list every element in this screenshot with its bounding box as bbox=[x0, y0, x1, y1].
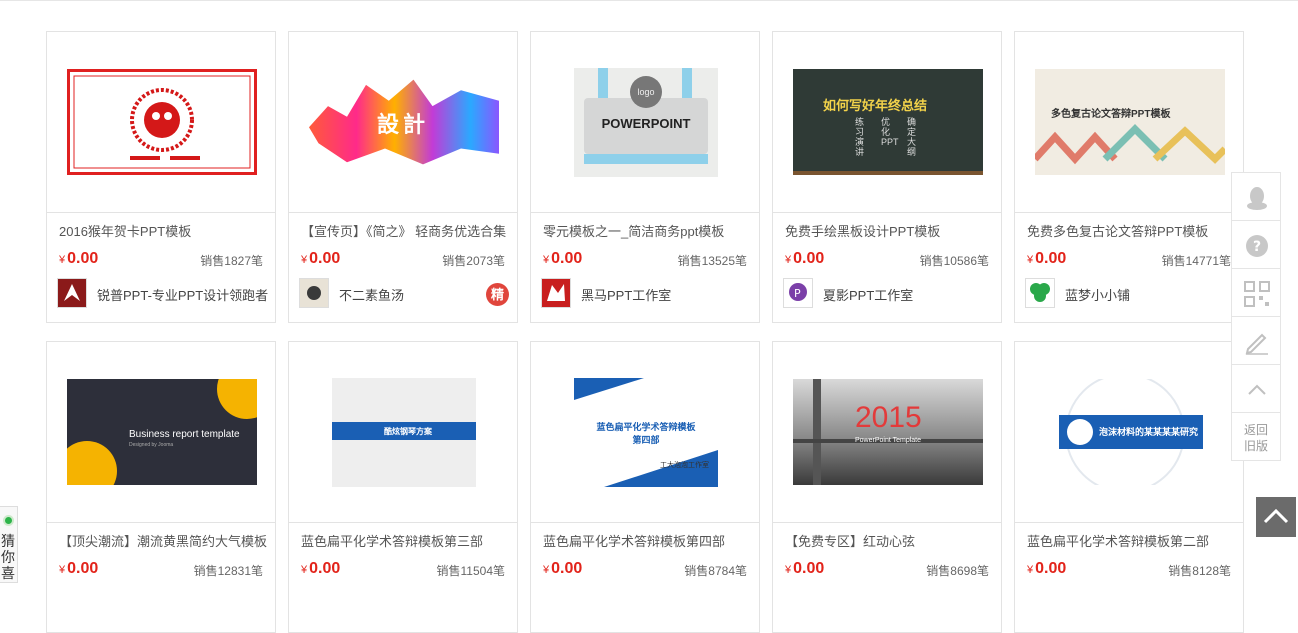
product-thumbnail[interactable]: logo POWERPOINT bbox=[531, 32, 759, 213]
up-icon bbox=[1248, 384, 1266, 395]
product-thumbnail[interactable]: 蓝色扁平化学术答辩模板 第四部 工大泡泡工作室 bbox=[531, 342, 759, 523]
qq-button[interactable] bbox=[1231, 172, 1281, 221]
qq-icon bbox=[1247, 187, 1267, 210]
sales-count: 销售8698笔 bbox=[926, 564, 989, 578]
product-card[interactable]: 泡沫材料的某某某某研究 蓝色扁平化学术答辩模板第二部 ¥0.00 销售8128笔 bbox=[1014, 341, 1244, 633]
shop-logo[interactable] bbox=[1025, 278, 1055, 308]
product-card[interactable]: logo POWERPOINT 零元模板之一_简洁商务ppt模板 ¥0.00 销… bbox=[530, 31, 760, 323]
thumb-text: 第四部 bbox=[632, 435, 660, 445]
sales-count: 销售2073笔 bbox=[442, 254, 505, 268]
product-price: ¥0.00 bbox=[59, 560, 99, 577]
product-price: ¥0.00 bbox=[301, 560, 341, 577]
floating-sidebar: ? 返回旧版 bbox=[1231, 172, 1281, 461]
product-thumbnail[interactable]: 多色复古论文答辩PPT模板 bbox=[1015, 32, 1243, 213]
logo-placeholder: logo bbox=[630, 76, 662, 108]
thumb-text: 确定大纲 bbox=[907, 117, 917, 157]
shop-logo[interactable] bbox=[57, 278, 87, 308]
guess-you-like-tab[interactable]: 猜你喜 bbox=[0, 506, 18, 583]
shop-name[interactable]: 蓝梦小小铺 bbox=[1065, 285, 1130, 304]
shop-name[interactable]: 锐普PPT-专业PPT设计领跑者 bbox=[97, 285, 268, 304]
product-title[interactable]: 免费多色复古论文答辩PPT模板 bbox=[1027, 221, 1208, 240]
shop-logo[interactable] bbox=[299, 278, 329, 308]
qrcode-button[interactable] bbox=[1231, 268, 1281, 317]
product-title[interactable]: 免费手绘黑板设计PPT模板 bbox=[785, 221, 940, 240]
qrcode-icon bbox=[1244, 281, 1270, 307]
feedback-button[interactable] bbox=[1231, 316, 1281, 365]
sales-count: 销售1827笔 bbox=[200, 254, 263, 268]
product-title[interactable]: 【顶尖潮流】潮流黄黑简约大气模板 bbox=[59, 531, 267, 550]
sales-count: 销售13525笔 bbox=[677, 254, 747, 268]
old-version-link[interactable]: 返回旧版 bbox=[1231, 412, 1281, 461]
product-card[interactable]: 多色复古论文答辩PPT模板 免费多色复古论文答辩PPT模板 ¥0.00 销售14… bbox=[1014, 31, 1244, 323]
product-title[interactable]: 蓝色扁平化学术答辩模板第二部 bbox=[1027, 531, 1209, 550]
product-card[interactable]: 酷炫钢琴方案 蓝色扁平化学术答辩模板第三部 ¥0.00 销售11504笔 bbox=[288, 341, 518, 633]
product-thumbnail[interactable] bbox=[47, 32, 275, 213]
product-title[interactable]: 【宣传页】《简之》 轻商务优选合集 bbox=[301, 221, 506, 240]
shop-name[interactable]: 夏影PPT工作室 bbox=[823, 285, 913, 304]
help-icon: ? bbox=[1246, 235, 1268, 257]
product-thumbnail[interactable]: 如何写好年终总结 练习演讲 优化PPT 确定大纲 bbox=[773, 32, 1001, 213]
guess-label: 猜你喜 bbox=[1, 533, 15, 581]
product-price: ¥0.00 bbox=[543, 250, 583, 267]
sales-count: 销售11504笔 bbox=[436, 564, 505, 578]
svg-text:?: ? bbox=[1253, 239, 1261, 255]
sales-count: 销售8784笔 bbox=[684, 564, 747, 578]
product-thumbnail[interactable]: 2015 PowerPoint Template bbox=[773, 342, 1001, 523]
product-thumbnail[interactable]: 酷炫钢琴方案 bbox=[289, 342, 517, 523]
thumb-text: 工大泡泡工作室 bbox=[660, 462, 709, 469]
sales-count: 销售14771笔 bbox=[1161, 254, 1231, 268]
featured-badge: 精 bbox=[486, 283, 509, 306]
thumb-text: 泡沫材料的某某某某研究 bbox=[1099, 427, 1199, 437]
product-title[interactable]: 2016猴年贺卡PPT模板 bbox=[59, 221, 191, 240]
sales-count: 销售10586笔 bbox=[919, 254, 989, 268]
back-to-top-button[interactable] bbox=[1256, 497, 1296, 537]
top-divider bbox=[0, 0, 1298, 1]
product-price: ¥0.00 bbox=[785, 560, 825, 577]
product-price: ¥0.00 bbox=[301, 250, 341, 267]
product-thumbnail[interactable]: Business report template Designed by Joo… bbox=[47, 342, 275, 523]
svg-text:P: P bbox=[794, 287, 801, 300]
product-thumbnail[interactable]: 泡沫材料的某某某某研究 bbox=[1015, 342, 1243, 523]
product-thumbnail[interactable]: 設計 bbox=[289, 32, 517, 213]
product-card[interactable]: Business report template Designed by Joo… bbox=[46, 341, 276, 633]
thumb-text: 酷炫钢琴方案 bbox=[384, 427, 432, 436]
product-card[interactable]: 2015 PowerPoint Template 【免费专区】红动心弦 ¥0.0… bbox=[772, 341, 1002, 633]
product-price: ¥0.00 bbox=[543, 560, 583, 577]
product-price: ¥0.00 bbox=[785, 250, 825, 267]
chevron-up-icon bbox=[1263, 508, 1289, 524]
thumb-text: 优化PPT bbox=[881, 117, 899, 147]
product-card[interactable]: 設計 【宣传页】《简之》 轻商务优选合集 ¥0.00 销售2073笔 不二素鱼汤… bbox=[288, 31, 518, 323]
help-button[interactable]: ? bbox=[1231, 220, 1281, 269]
thumb-text: 2015 bbox=[855, 401, 922, 434]
shop-logo[interactable] bbox=[541, 278, 571, 308]
thumb-text: 設計 bbox=[377, 112, 430, 137]
thumb-text: 练习演讲 bbox=[855, 117, 865, 157]
status-dot bbox=[3, 515, 14, 526]
shop-name[interactable]: 黑马PPT工作室 bbox=[581, 285, 671, 304]
product-card[interactable]: 如何写好年终总结 练习演讲 优化PPT 确定大纲 免费手绘黑板设计PPT模板 ¥… bbox=[772, 31, 1002, 323]
thumb-text: POWERPOINT bbox=[601, 116, 691, 131]
thumb-text: Business report template bbox=[129, 429, 240, 440]
product-title[interactable]: 蓝色扁平化学术答辩模板第三部 bbox=[301, 531, 483, 550]
product-title[interactable]: 零元模板之一_简洁商务ppt模板 bbox=[543, 221, 724, 240]
thumb-text: Designed by Jooma bbox=[129, 442, 174, 448]
shop-logo[interactable]: P bbox=[783, 278, 813, 308]
edit-icon bbox=[1245, 333, 1268, 355]
product-title[interactable]: 蓝色扁平化学术答辩模板第四部 bbox=[543, 531, 725, 550]
product-price: ¥0.00 bbox=[1027, 560, 1067, 577]
product-price: ¥0.00 bbox=[59, 250, 99, 267]
shop-name[interactable]: 不二素鱼汤 bbox=[339, 285, 404, 304]
thumb-text: PowerPoint Template bbox=[855, 437, 922, 444]
old-version-label: 返回旧版 bbox=[1243, 423, 1268, 453]
scroll-up-button[interactable] bbox=[1231, 364, 1281, 413]
sales-count: 销售8128笔 bbox=[1168, 564, 1231, 578]
product-price: ¥0.00 bbox=[1027, 250, 1067, 267]
thumb-text: 如何写好年终总结 bbox=[823, 98, 928, 113]
sales-count: 销售12831笔 bbox=[193, 564, 263, 578]
product-card[interactable]: 蓝色扁平化学术答辩模板 第四部 工大泡泡工作室 蓝色扁平化学术答辩模板第四部 ¥… bbox=[530, 341, 760, 633]
product-card[interactable]: 2016猴年贺卡PPT模板 ¥0.00 销售1827笔 锐普PPT-专业PPT设… bbox=[46, 31, 276, 323]
thumb-text: 蓝色扁平化学术答辩模板 bbox=[596, 422, 696, 432]
product-title[interactable]: 【免费专区】红动心弦 bbox=[785, 531, 915, 550]
